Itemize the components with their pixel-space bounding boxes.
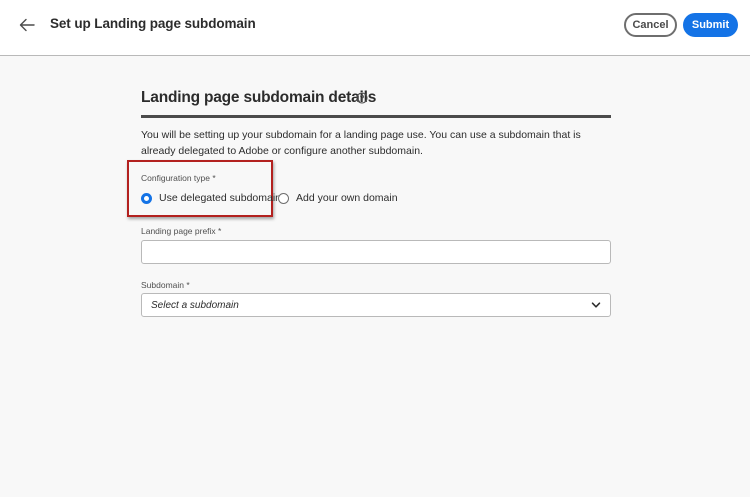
page-title: Set up Landing page subdomain bbox=[50, 16, 256, 31]
config-type-label-text: Configuration type bbox=[141, 173, 210, 183]
config-type-label: Configuration type * bbox=[141, 173, 216, 183]
submit-button[interactable]: Submit bbox=[683, 13, 738, 37]
radio-label: Use delegated subdomain bbox=[159, 192, 282, 204]
subdomain-label-text: Subdomain bbox=[141, 280, 185, 290]
subdomain-placeholder: Select a subdomain bbox=[151, 299, 239, 311]
subdomain-label: Subdomain * bbox=[141, 280, 190, 290]
highlight-annotation bbox=[127, 160, 273, 217]
top-bar: Set up Landing page subdomain Cancel Sub… bbox=[0, 0, 750, 56]
subdomain-select[interactable]: Select a subdomain bbox=[141, 293, 611, 317]
radio-checked-icon bbox=[141, 192, 152, 204]
landing-page-prefix-input[interactable] bbox=[141, 240, 611, 264]
radio-label: Add your own domain bbox=[296, 192, 398, 204]
prefix-label: Landing page prefix * bbox=[141, 226, 221, 236]
section-description: You will be setting up your subdomain fo… bbox=[141, 129, 581, 157]
back-button[interactable] bbox=[16, 14, 38, 36]
cancel-button[interactable]: Cancel bbox=[624, 13, 677, 37]
section-divider bbox=[141, 115, 611, 118]
prefix-label-text: Landing page prefix bbox=[141, 226, 216, 236]
radio-use-delegated-subdomain[interactable]: Use delegated subdomain bbox=[141, 192, 281, 204]
arrow-left-icon bbox=[19, 18, 35, 32]
required-mark: * bbox=[218, 226, 222, 236]
chevron-down-icon bbox=[591, 302, 601, 308]
required-mark: * bbox=[186, 280, 190, 290]
help-circle-icon[interactable] bbox=[356, 92, 368, 104]
section-title: Landing page subdomain details bbox=[141, 89, 377, 106]
radio-add-own-domain[interactable]: Add your own domain bbox=[278, 192, 398, 204]
required-mark: * bbox=[212, 173, 216, 183]
radio-unchecked-icon bbox=[278, 192, 289, 204]
